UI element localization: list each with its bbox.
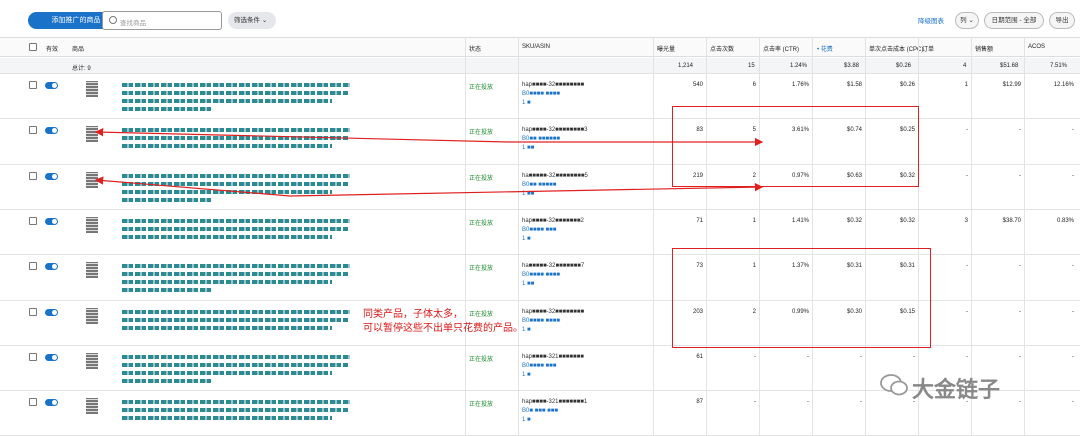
arrow-right <box>289 182 764 197</box>
annotation-arrows <box>94 127 764 197</box>
arrow-left <box>94 127 509 143</box>
annotation-line-1: 同类产品，子体太多， <box>363 309 463 320</box>
arrow-left <box>94 176 291 197</box>
annotation-line-2: 可以暂停这些不出单只花费的产品。 <box>363 323 523 334</box>
wechat-icon <box>880 374 908 396</box>
annotation-note: 同类产品，子体太多， 可以暂停这些不出单只花费的产品。 <box>363 308 523 336</box>
watermark-text: 大金链子 <box>912 377 1001 402</box>
